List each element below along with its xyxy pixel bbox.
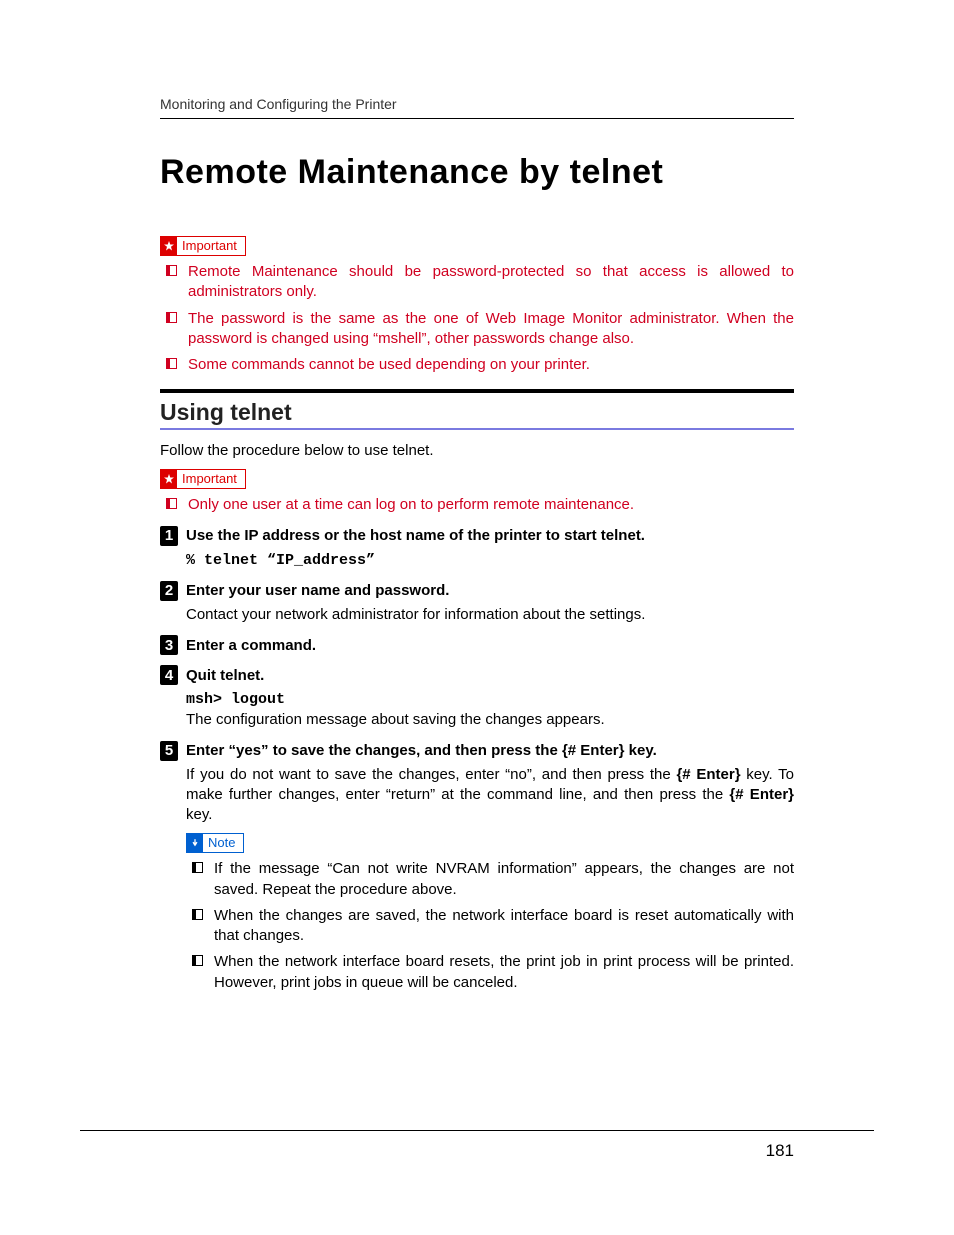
key-label: # Enter [682, 766, 734, 783]
page-title: Remote Maintenance by telnet [160, 153, 794, 192]
section-divider [160, 389, 794, 393]
star-icon [161, 237, 177, 255]
important-list: Remote Maintenance should be password-pr… [160, 262, 794, 375]
note-list: If the message “Can not write NVRAM info… [186, 859, 794, 993]
code-sample: % telnet “IP_address” [186, 552, 375, 569]
step-4: 4 Quit telnet. msh> logout The configura… [160, 665, 794, 731]
list-text: Some commands cannot be used depending o… [188, 356, 590, 373]
important-text: Important [177, 470, 245, 488]
step-5: 5 Enter “yes” to save the changes, and t… [160, 741, 794, 993]
important-text: Important [177, 237, 245, 255]
bullet-icon [166, 312, 177, 323]
bullet-icon [166, 498, 177, 509]
keycap: {# Enter} [676, 766, 740, 783]
note-item: When the changes are saved, the network … [186, 906, 794, 947]
important-item: Only one user at a time can log on to pe… [160, 495, 794, 515]
bullet-icon [192, 862, 203, 873]
note-item: If the message “Can not write NVRAM info… [186, 859, 794, 900]
text: If you do not want to save the changes, … [186, 766, 676, 783]
arrow-down-icon [187, 834, 203, 852]
list-text: Only one user at a time can log on to pe… [188, 496, 634, 513]
step-number-icon: 2 [160, 581, 178, 601]
step-title: Quit telnet. [186, 667, 264, 684]
bullet-icon [166, 265, 177, 276]
section-lead: Follow the procedure below to use telnet… [160, 442, 794, 459]
keycap: {# Enter} [562, 742, 625, 759]
important-label: Important [160, 236, 246, 256]
bullet-icon [192, 955, 203, 966]
code-sample: msh> logout [186, 691, 285, 708]
step-body: If you do not want to save the changes, … [160, 765, 794, 826]
step-body: The configuration message about saving t… [160, 710, 794, 730]
list-text: When the network interface board resets,… [214, 953, 794, 990]
footer-divider [80, 1130, 874, 1131]
step-title: Enter your user name and password. [186, 582, 449, 599]
list-text: The password is the same as the one of W… [188, 310, 794, 347]
important-label: Important [160, 469, 246, 489]
step-number-icon: 5 [160, 741, 178, 761]
step-number-icon: 4 [160, 665, 178, 685]
list-text: When the changes are saved, the network … [214, 907, 794, 944]
running-head: Monitoring and Configuring the Printer [160, 96, 794, 119]
step-title: Enter a command. [186, 637, 316, 654]
list-text: Remote Maintenance should be password-pr… [188, 263, 794, 300]
note-text: Note [203, 834, 243, 852]
important-item: Remote Maintenance should be password-pr… [160, 262, 794, 303]
step-3: 3 Enter a command. [160, 635, 794, 655]
bullet-icon [166, 358, 177, 369]
step-number-icon: 1 [160, 526, 178, 546]
important-list: Only one user at a time can log on to pe… [160, 495, 794, 515]
text: key. [625, 742, 657, 759]
page-number: 181 [766, 1141, 794, 1161]
step-title: Enter “yes” to save the changes, and the… [186, 742, 657, 759]
step-number-icon: 3 [160, 635, 178, 655]
key-label: # Enter [735, 786, 788, 803]
important-item: Some commands cannot be used depending o… [160, 355, 794, 375]
text: key. [186, 806, 212, 823]
note-label: Note [186, 833, 244, 853]
note-item: When the network interface board resets,… [186, 952, 794, 993]
text: Enter “yes” to save the changes, and the… [186, 742, 562, 759]
important-item: The password is the same as the one of W… [160, 309, 794, 350]
key-label: # Enter [568, 742, 619, 759]
keycap: {# Enter} [729, 786, 794, 803]
list-text: If the message “Can not write NVRAM info… [214, 860, 794, 897]
section-heading: Using telnet [160, 399, 794, 426]
section-underline [160, 428, 794, 430]
step-2: 2 Enter your user name and password. Con… [160, 581, 794, 625]
step-body: Contact your network administrator for i… [160, 605, 794, 625]
step-1: 1 Use the IP address or the host name of… [160, 526, 794, 571]
document-page: Monitoring and Configuring the Printer R… [0, 0, 954, 1235]
bullet-icon [192, 909, 203, 920]
star-icon [161, 470, 177, 488]
step-title: Use the IP address or the host name of t… [186, 527, 645, 544]
